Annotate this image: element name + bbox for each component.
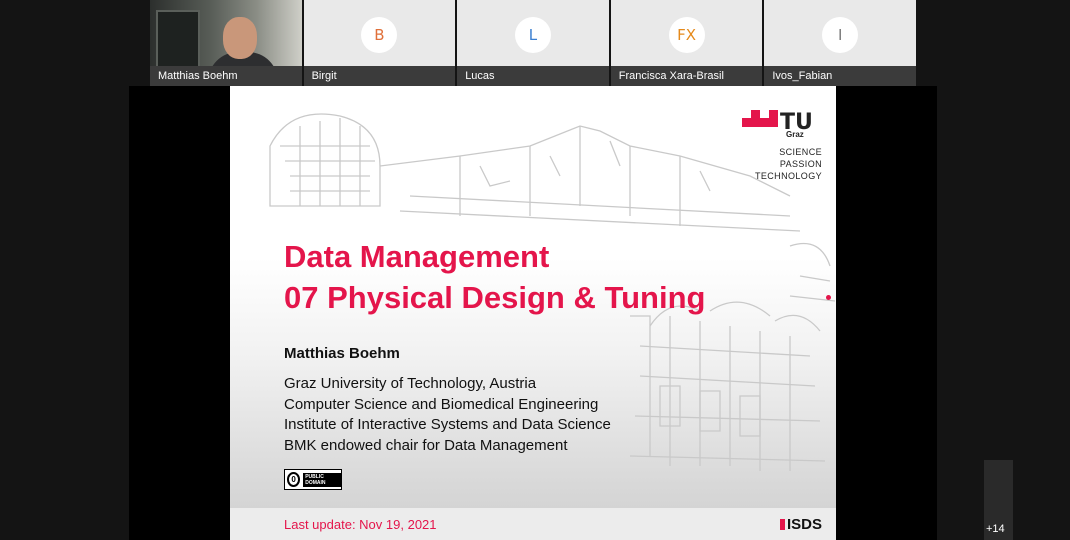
avatar: B: [361, 17, 398, 53]
slide-affiliations: Graz University of Technology, Austria C…: [284, 374, 611, 456]
tu-logo-blocks-icon: [742, 110, 778, 127]
participant-tile[interactable]: I Ivos_Fabian: [764, 0, 916, 86]
avatar: L: [514, 17, 551, 53]
participant-tile[interactable]: B Birgit: [303, 0, 456, 86]
participant-name: Lucas: [457, 66, 609, 86]
video-person-head: [223, 17, 257, 59]
video-background-door: [156, 10, 200, 68]
participant-strip: Matthias Boehm B Birgit L Lucas FX Franc…: [150, 0, 916, 86]
slide-author: Matthias Boehm: [284, 345, 400, 362]
avatar: FX: [668, 17, 705, 53]
tu-graz-logo: TU Graz SCIENCE PASSION TECHNOLOGY: [742, 110, 822, 182]
tu-logo-sub: Graz: [786, 130, 804, 139]
participant-name: Matthias Boehm: [150, 66, 302, 86]
participant-name: Francisca Xara-Brasil: [610, 66, 763, 86]
isds-mark-icon: [779, 519, 785, 530]
participant-name: Birgit: [303, 66, 456, 86]
avatar: I: [822, 17, 859, 53]
participant-tile[interactable]: FX Francisca Xara-Brasil: [610, 0, 763, 86]
tagline-science: SCIENCE: [779, 147, 822, 157]
isds-logo: ISDS: [779, 516, 822, 533]
slide-title-line1: Data Management: [284, 239, 550, 274]
participant-name: Ivos_Fabian: [764, 66, 916, 86]
slide-title-line2: 07 Physical Design & Tuning: [284, 280, 706, 315]
license-label: PUBLIC DOMAIN: [303, 472, 341, 487]
presentation-slide: TU Graz SCIENCE PASSION TECHNOLOGY Data …: [230, 86, 836, 540]
slide-title: Data Management 07 Physical Design & Tun…: [284, 236, 705, 318]
participant-tile-video[interactable]: Matthias Boehm: [150, 0, 302, 86]
slide-footer: Last update: Nov 19, 2021 ISDS: [230, 508, 836, 540]
affiliation-line: Graz University of Technology, Austria: [284, 375, 537, 392]
more-participants-count[interactable]: +14: [986, 523, 1005, 535]
tagline-passion: PASSION: [779, 159, 822, 169]
tu-tagline: SCIENCE PASSION TECHNOLOGY: [742, 146, 822, 182]
last-update-text: Last update: Nov 19, 2021: [284, 517, 437, 532]
participant-tile[interactable]: L Lucas: [457, 0, 609, 86]
affiliation-line: Computer Science and Biomedical Engineer…: [284, 395, 599, 413]
tagline-technology: TECHNOLOGY: [754, 171, 822, 181]
affiliation-line: Institute of Interactive Systems and Dat…: [284, 416, 611, 433]
public-domain-badge: 0 PUBLIC DOMAIN: [284, 469, 342, 490]
cc0-icon: 0: [287, 472, 301, 487]
affiliation-line: BMK endowed chair for Data Management: [284, 436, 568, 454]
laser-pointer-dot: [826, 295, 831, 300]
isds-logo-text: ISDS: [786, 516, 822, 533]
